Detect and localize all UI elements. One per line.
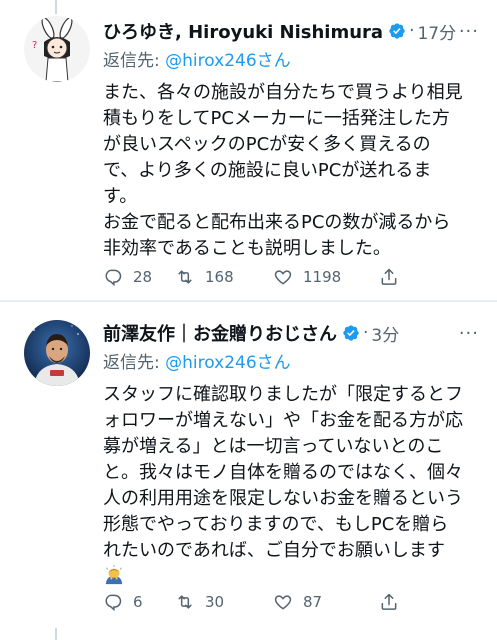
svg-text:?: ? (32, 40, 37, 51)
more-options-icon[interactable]: ··· (459, 18, 479, 44)
reply-button[interactable]: 28 (103, 267, 175, 287)
share-icon (381, 593, 397, 610)
tweet-actions: 28 168 1198 (103, 263, 423, 291)
heart-icon (274, 595, 292, 610)
reply-to: 返信先: @hirox246さん (103, 46, 291, 71)
avatar[interactable] (24, 320, 90, 386)
thread-line (55, 628, 57, 640)
like-button[interactable]: 1198 (273, 267, 379, 287)
tweet-header: 前澤友作｜お金贈りおじさん · 3分 ··· (103, 320, 483, 346)
reply-to: 返信先: @hirox246さん (103, 348, 291, 373)
retweet-button[interactable]: 30 (175, 592, 273, 612)
tweet-text: スタッフに確認取りましたが「限定するとフ ォロワーが増えない」や「お金を配る方が… (103, 384, 463, 561)
retweet-icon (178, 595, 192, 609)
retweet-button[interactable]: 168 (175, 267, 273, 287)
timestamp[interactable]: 17分 (417, 19, 456, 44)
like-count: 87 (303, 593, 323, 611)
more-options-icon[interactable]: ··· (459, 320, 479, 346)
timestamp[interactable]: 3分 (371, 321, 399, 346)
share-button[interactable] (379, 592, 399, 612)
like-button[interactable]: 87 (273, 592, 379, 612)
share-button[interactable] (379, 267, 399, 287)
retweet-count: 30 (205, 593, 225, 611)
bowing-person-emoji-icon (105, 564, 123, 585)
separator-dot: · (409, 21, 415, 41)
reply-button[interactable]: 6 (103, 592, 175, 612)
reply-icon (105, 594, 122, 612)
tweet[interactable]: 前澤友作｜お金贈りおじさん · 3分 ··· 返信先: @hirox246さん … (0, 302, 497, 640)
share-icon (381, 268, 397, 285)
like-count: 1198 (303, 268, 342, 286)
display-name[interactable]: 前澤友作｜お金贈りおじさん (103, 320, 337, 346)
reply-icon (105, 269, 122, 287)
retweet-count: 168 (205, 268, 234, 286)
tweet-text: また、各々の施設が自分たちで買うより相見 積もりをしてPCメーカーに一括発注した… (103, 82, 463, 259)
avatar[interactable]: ? (24, 16, 90, 82)
reply-to-handle[interactable]: @hirox246さん (165, 353, 291, 373)
tweet[interactable]: ? ひろゆき, Hiroyuki Nishimura · 17分 ··· 返信先… (0, 0, 497, 300)
display-name[interactable]: ひろゆき, Hiroyuki Nishimura (103, 18, 383, 44)
tweet-header: ひろゆき, Hiroyuki Nishimura · 17分 ··· (103, 18, 483, 44)
verified-badge-icon (343, 325, 359, 341)
separator-dot: · (363, 323, 369, 343)
verified-badge-icon (389, 23, 405, 39)
thread-line (55, 0, 57, 14)
heart-icon (274, 270, 292, 285)
retweet-icon (178, 270, 192, 284)
astronaut-photo-avatar-icon (24, 320, 90, 386)
reply-count: 6 (133, 593, 143, 611)
illustrated-character-avatar-icon: ? (24, 16, 90, 82)
reply-to-prefix: 返信先: (103, 353, 166, 373)
reply-count: 28 (133, 268, 153, 286)
tweet-actions: 6 30 87 (103, 588, 423, 616)
reply-to-handle[interactable]: @hirox246さん (165, 51, 291, 71)
reply-to-prefix: 返信先: (103, 51, 166, 71)
